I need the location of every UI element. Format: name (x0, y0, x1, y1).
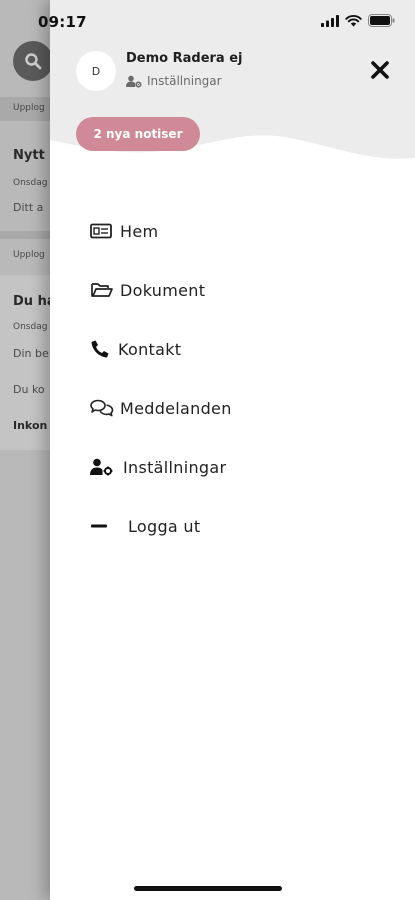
menu-item-meddelanden[interactable]: Meddelanden (90, 390, 232, 426)
avatar[interactable]: D (76, 51, 116, 91)
user-cog-icon (90, 455, 123, 479)
background-text: Upplog (13, 250, 45, 260)
background-text: Onsdag (13, 322, 48, 332)
background-text: Du ha (13, 294, 53, 309)
menu-item-label: Hem (120, 221, 159, 241)
user-name: Demo Radera ej (126, 51, 243, 66)
signal-icon (321, 14, 339, 27)
menu-item-label: Kontakt (118, 339, 182, 359)
background-text: Inkon (13, 419, 48, 432)
background-text: Onsdag (13, 178, 48, 188)
close-button[interactable] (366, 56, 394, 84)
folder-open-icon (90, 278, 120, 302)
id-card-icon (90, 219, 120, 243)
notifications-pill[interactable]: 2 nya notiser (76, 117, 200, 151)
menu-item-label: Dokument (120, 280, 206, 300)
background-text: Din be (13, 347, 49, 360)
background-text: Nytt (13, 148, 45, 163)
wifi-icon (345, 14, 362, 26)
minus-icon (90, 514, 128, 538)
status-icons (321, 14, 395, 27)
close-icon (371, 61, 389, 79)
settings-link[interactable]: Inställningar (126, 74, 222, 88)
user-cog-icon (126, 75, 142, 88)
menu-item-kontakt[interactable]: Kontakt (90, 331, 181, 367)
menu-item-label: Logga ut (128, 516, 201, 536)
navigation-drawer: D Demo Radera ej Inställningar 2 nya not… (50, 0, 415, 900)
search-icon (25, 53, 42, 70)
menu-item-dokument[interactable]: Dokument (90, 272, 205, 308)
background-search-button (13, 41, 53, 81)
settings-link-label: Inställningar (147, 74, 222, 88)
menu-item-logga-ut[interactable]: Logga ut (90, 508, 200, 544)
background-text: Du ko (13, 383, 45, 396)
battery-icon (368, 14, 395, 27)
menu-item-label: Inställningar (123, 457, 227, 477)
phone-icon (90, 337, 118, 361)
background-text: Ditt a (13, 201, 44, 214)
menu-item-label: Meddelanden (120, 398, 232, 418)
background-text: Upplog (13, 103, 45, 113)
menu-item-installningar[interactable]: Inställningar (90, 449, 226, 485)
home-indicator (134, 886, 282, 891)
menu-item-hem[interactable]: Hem (90, 213, 158, 249)
status-time: 09:17 (38, 13, 87, 31)
chat-bubbles-icon (90, 396, 120, 420)
